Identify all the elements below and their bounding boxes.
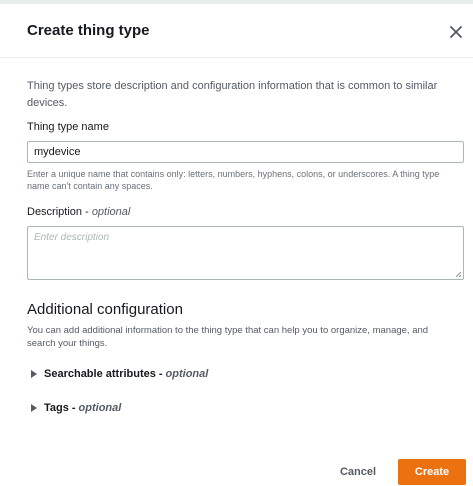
description-label-separator: - [82, 206, 92, 218]
create-thing-type-modal: Create thing type Thing types store desc… [0, 4, 473, 486]
additional-configuration-heading: Additional configuration [27, 301, 183, 318]
close-icon[interactable] [448, 24, 464, 40]
modal-title: Create thing type [27, 22, 150, 39]
description-input[interactable] [27, 226, 464, 280]
description-label-text: Description [27, 206, 83, 218]
tags-optional: optional [78, 402, 122, 414]
create-button[interactable]: Create [398, 459, 466, 485]
caret-right-icon [31, 404, 37, 412]
description-label: Description - optional [27, 206, 130, 218]
searchable-attributes-expander[interactable]: Searchable attributes - optional [31, 366, 208, 382]
tags-expander[interactable]: Tags - optional [31, 400, 121, 416]
thing-type-name-input[interactable] [27, 141, 464, 163]
thing-type-name-label: Thing type name [27, 121, 109, 133]
description-optional-tag: optional [91, 206, 131, 218]
caret-right-icon [31, 370, 37, 378]
resize-handle-icon[interactable] [455, 271, 462, 278]
thing-type-name-hint: Enter a unique name that contains only: … [27, 169, 440, 191]
modal-intro-text: Thing types store description and config… [27, 80, 438, 109]
modal-header: Create thing type [0, 4, 473, 58]
additional-configuration-description: You can add additional information to th… [27, 325, 429, 349]
cancel-button[interactable]: Cancel [330, 459, 386, 485]
searchable-attributes-label: Searchable attributes [44, 368, 156, 380]
tags-label: Tags [44, 402, 69, 414]
searchable-attributes-optional: optional [165, 368, 209, 380]
